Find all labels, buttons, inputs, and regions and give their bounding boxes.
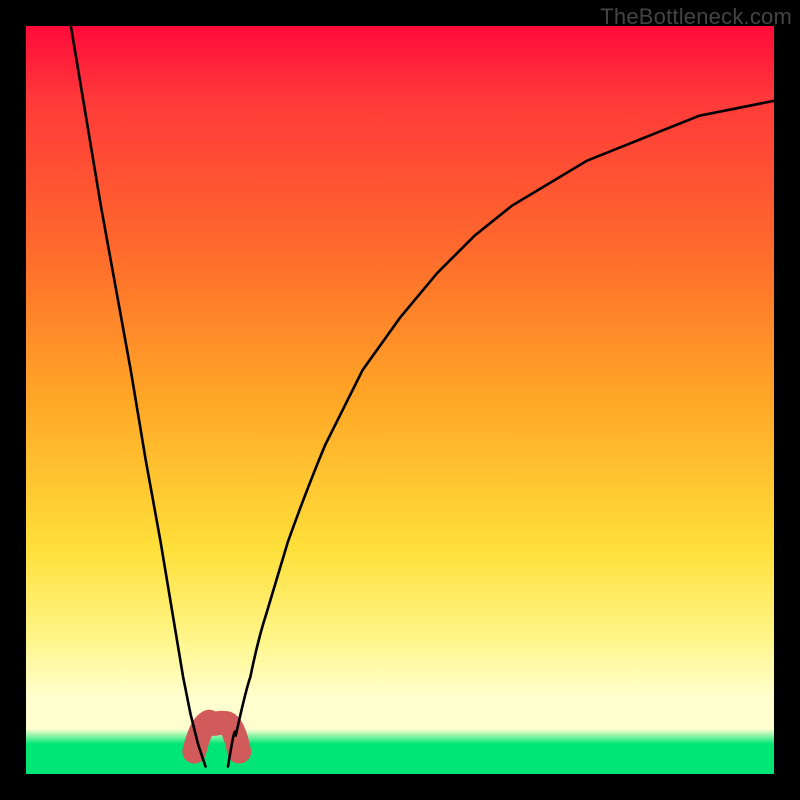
watermark-text: TheBottleneck.com: [600, 4, 792, 30]
series-curve-right: [228, 101, 774, 767]
chart-frame: TheBottleneck.com: [0, 0, 800, 800]
series-curve-left: [71, 26, 206, 767]
chart-svg: [26, 26, 774, 774]
chart-plot-area: [26, 26, 774, 774]
